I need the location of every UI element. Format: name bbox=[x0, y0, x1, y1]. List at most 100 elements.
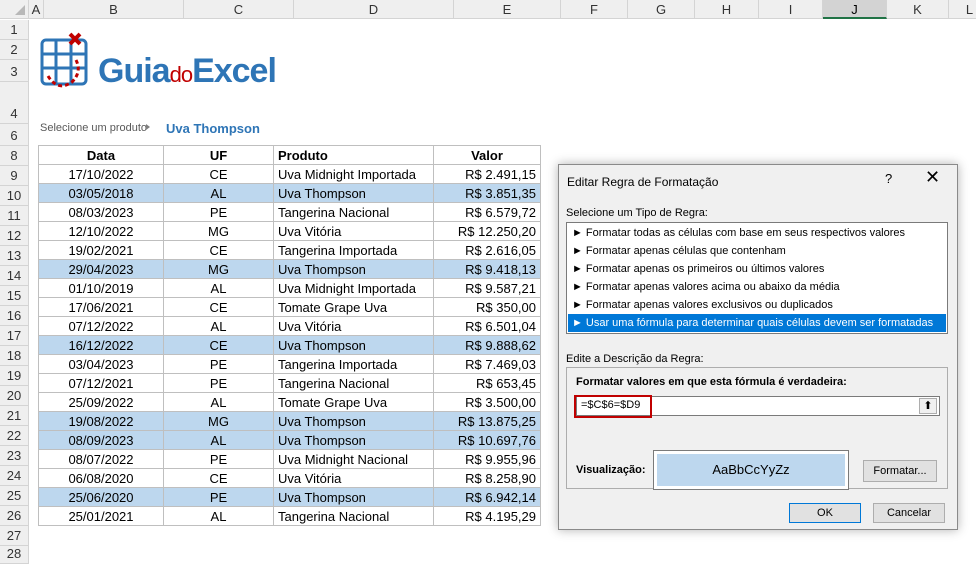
cell-data[interactable]: 03/04/2023 bbox=[38, 354, 164, 374]
row-header-3[interactable]: 3 bbox=[0, 60, 29, 82]
column-header-c[interactable]: C bbox=[184, 0, 294, 19]
cell-produto[interactable]: Uva Thompson bbox=[273, 430, 434, 450]
row-header-4[interactable]: 4 bbox=[0, 82, 29, 124]
cell-valor[interactable]: R$ 4.195,29 bbox=[433, 506, 541, 526]
cell-data[interactable]: 01/10/2019 bbox=[38, 278, 164, 298]
cell-data[interactable]: 08/03/2023 bbox=[38, 202, 164, 222]
rule-type-item[interactable]: ► Formatar apenas células que contenham bbox=[568, 242, 946, 260]
cell-valor[interactable]: R$ 3.500,00 bbox=[433, 392, 541, 412]
cell-data[interactable]: 16/12/2022 bbox=[38, 335, 164, 355]
cell-produto[interactable]: Uva Vitória bbox=[273, 468, 434, 488]
cell-valor[interactable]: R$ 6.501,04 bbox=[433, 316, 541, 336]
row-header-28[interactable]: 28 bbox=[0, 546, 29, 564]
cell-data[interactable]: 06/08/2020 bbox=[38, 468, 164, 488]
cell-data[interactable]: 19/02/2021 bbox=[38, 240, 164, 260]
cell-uf[interactable]: AL bbox=[163, 183, 274, 203]
cell-valor[interactable]: R$ 10.697,76 bbox=[433, 430, 541, 450]
column-header-k[interactable]: K bbox=[887, 0, 949, 19]
row-header-13[interactable]: 13 bbox=[0, 246, 29, 266]
row-header-12[interactable]: 12 bbox=[0, 226, 29, 246]
header-produto[interactable]: Produto bbox=[273, 145, 434, 165]
cell-produto[interactable]: Uva Vitória bbox=[273, 221, 434, 241]
cell-data[interactable]: 08/07/2022 bbox=[38, 449, 164, 469]
rule-type-item[interactable]: ► Formatar apenas valores exclusivos ou d… bbox=[568, 296, 946, 314]
row-header-27[interactable]: 27 bbox=[0, 526, 29, 546]
cell-valor[interactable]: R$ 2.491,15 bbox=[433, 164, 541, 184]
cell-produto[interactable]: Uva Thompson bbox=[273, 487, 434, 507]
rule-type-item[interactable]: ► Formatar apenas valores acima ou abaixo… bbox=[568, 278, 946, 296]
help-button[interactable]: ? bbox=[885, 171, 892, 186]
column-header-l[interactable]: L bbox=[949, 0, 976, 19]
cell-uf[interactable]: CE bbox=[163, 297, 274, 317]
cell-produto[interactable]: Tangerina Nacional bbox=[273, 506, 434, 526]
cell-data[interactable]: 12/10/2022 bbox=[38, 221, 164, 241]
row-header-1[interactable]: 1 bbox=[0, 20, 29, 40]
row-header-16[interactable]: 16 bbox=[0, 306, 29, 326]
cell-valor[interactable]: R$ 7.469,03 bbox=[433, 354, 541, 374]
cell-data[interactable]: 17/10/2022 bbox=[38, 164, 164, 184]
cell-uf[interactable]: CE bbox=[163, 468, 274, 488]
cell-produto[interactable]: Tangerina Nacional bbox=[273, 373, 434, 393]
cell-valor[interactable]: R$ 9.888,62 bbox=[433, 335, 541, 355]
row-header-2[interactable]: 2 bbox=[0, 40, 29, 60]
row-header-22[interactable]: 22 bbox=[0, 426, 29, 446]
cell-produto[interactable]: Uva Thompson bbox=[273, 335, 434, 355]
cell-data[interactable]: 03/05/2018 bbox=[38, 183, 164, 203]
cell-valor[interactable]: R$ 6.942,14 bbox=[433, 487, 541, 507]
cell-produto[interactable]: Uva Thompson bbox=[273, 183, 434, 203]
cell-produto[interactable]: Tangerina Importada bbox=[273, 354, 434, 374]
select-all-corner[interactable] bbox=[0, 0, 29, 19]
cell-uf[interactable]: CE bbox=[163, 240, 274, 260]
close-icon[interactable]: ✕ bbox=[925, 167, 940, 188]
rule-type-item[interactable]: ► Formatar todas as células com base em s… bbox=[568, 224, 946, 242]
column-header-f[interactable]: F bbox=[561, 0, 628, 19]
cell-produto[interactable]: Tangerina Importada bbox=[273, 240, 434, 260]
cell-data[interactable]: 19/08/2022 bbox=[38, 411, 164, 431]
ok-button[interactable]: OK bbox=[789, 503, 861, 523]
row-header-24[interactable]: 24 bbox=[0, 466, 29, 486]
row-header-14[interactable]: 14 bbox=[0, 266, 29, 286]
cell-valor[interactable]: R$ 9.955,96 bbox=[433, 449, 541, 469]
cell-produto[interactable]: Uva Midnight Importada bbox=[273, 164, 434, 184]
cell-produto[interactable]: Tomate Grape Uva bbox=[273, 297, 434, 317]
cell-uf[interactable]: AL bbox=[163, 316, 274, 336]
cell-uf[interactable]: PE bbox=[163, 487, 274, 507]
header-valor[interactable]: Valor bbox=[433, 145, 541, 165]
cell-produto[interactable]: Uva Midnight Nacional bbox=[273, 449, 434, 469]
cell-data[interactable]: 08/09/2023 bbox=[38, 430, 164, 450]
row-header-10[interactable]: 10 bbox=[0, 186, 29, 206]
column-header-g[interactable]: G bbox=[628, 0, 695, 19]
cell-data[interactable]: 07/12/2022 bbox=[38, 316, 164, 336]
format-button[interactable]: Formatar... bbox=[863, 460, 937, 482]
cell-uf[interactable]: PE bbox=[163, 202, 274, 222]
cell-uf[interactable]: MG bbox=[163, 221, 274, 241]
cell-produto[interactable]: Uva Midnight Importada bbox=[273, 278, 434, 298]
row-header-21[interactable]: 21 bbox=[0, 406, 29, 426]
row-header-23[interactable]: 23 bbox=[0, 446, 29, 466]
cell-valor[interactable]: R$ 2.616,05 bbox=[433, 240, 541, 260]
cell-data[interactable]: 29/04/2023 bbox=[38, 259, 164, 279]
row-header-11[interactable]: 11 bbox=[0, 206, 29, 226]
cell-valor[interactable]: R$ 6.579,72 bbox=[433, 202, 541, 222]
column-header-a[interactable]: A bbox=[29, 0, 44, 19]
cell-valor[interactable]: R$ 12.250,20 bbox=[433, 221, 541, 241]
column-header-h[interactable]: H bbox=[695, 0, 759, 19]
collapse-dialog-icon[interactable]: ⬆ bbox=[919, 398, 937, 414]
cell-valor[interactable]: R$ 9.418,13 bbox=[433, 259, 541, 279]
cell-uf[interactable]: PE bbox=[163, 373, 274, 393]
cell-data[interactable]: 07/12/2021 bbox=[38, 373, 164, 393]
rule-type-item[interactable]: ► Usar uma fórmula para determinar quais … bbox=[568, 314, 946, 332]
header-data[interactable]: Data bbox=[38, 145, 164, 165]
cell-uf[interactable]: PE bbox=[163, 354, 274, 374]
cell-data[interactable]: 25/09/2022 bbox=[38, 392, 164, 412]
cell-data[interactable]: 25/06/2020 bbox=[38, 487, 164, 507]
row-header-18[interactable]: 18 bbox=[0, 346, 29, 366]
cell-valor[interactable]: R$ 8.258,90 bbox=[433, 468, 541, 488]
cell-uf[interactable]: MG bbox=[163, 259, 274, 279]
row-header-8[interactable]: 8 bbox=[0, 146, 29, 166]
cell-valor[interactable]: R$ 653,45 bbox=[433, 373, 541, 393]
rule-type-item[interactable]: ► Formatar apenas os primeiros ou últimos… bbox=[568, 260, 946, 278]
cell-valor[interactable]: R$ 9.587,21 bbox=[433, 278, 541, 298]
row-header-20[interactable]: 20 bbox=[0, 386, 29, 406]
cell-data[interactable]: 25/01/2021 bbox=[38, 506, 164, 526]
